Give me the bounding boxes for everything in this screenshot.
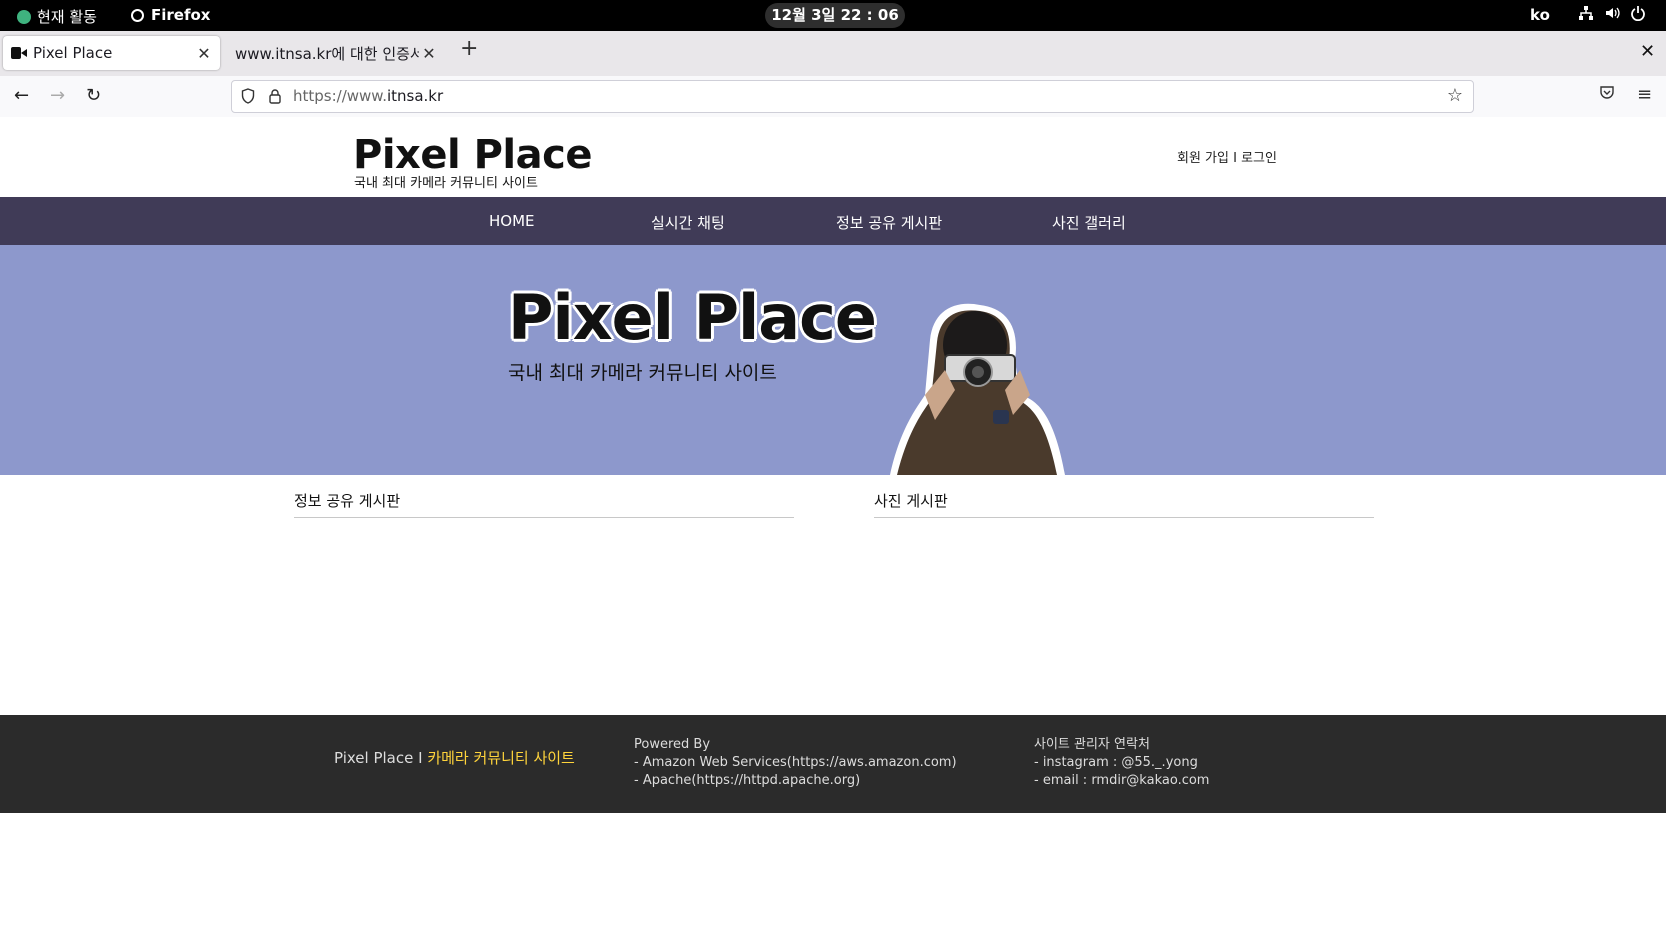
new-tab-button[interactable]: + bbox=[460, 36, 478, 61]
footer-brand-name: Pixel Place I bbox=[334, 749, 428, 767]
activities-button[interactable]: 현재 활동 bbox=[17, 6, 97, 27]
web-page: Pixel Place 국내 최대 카메라 커뮤니티 사이트 회원 가입 I 로… bbox=[0, 117, 1666, 927]
clock[interactable]: 12월 3일 22 : 06 bbox=[765, 3, 905, 28]
tab-title: www.itnsa.kr에 대한 인증서 bbox=[235, 44, 419, 63]
photo-board-heading[interactable]: 사진 게시판 bbox=[874, 490, 1374, 518]
app-menu[interactable]: Firefox bbox=[131, 6, 210, 24]
shield-icon[interactable] bbox=[241, 88, 255, 104]
powered-by-title: Powered By bbox=[634, 737, 711, 752]
powered-by-aws: - Amazon Web Services(https://aws.amazon… bbox=[634, 755, 957, 770]
reload-icon[interactable]: ↻ bbox=[86, 85, 101, 106]
contact-title: 사이트 관리자 연락처 bbox=[1034, 737, 1150, 752]
tab-certificate[interactable]: www.itnsa.kr에 대한 인증서 ✕ bbox=[225, 36, 445, 70]
navigation-toolbar: ← → ↻ https://www.itnsa.kr ☆ ≡ bbox=[0, 76, 1666, 118]
tab-pixel-place[interactable]: Pixel Place ✕ bbox=[3, 36, 220, 70]
nav-home[interactable]: HOME bbox=[489, 212, 535, 230]
system-tray[interactable] bbox=[1578, 5, 1646, 22]
firefox-icon bbox=[131, 8, 144, 22]
close-tab-icon[interactable]: ✕ bbox=[419, 44, 439, 63]
powered-by-apache: - Apache(https://httpd.apache.org) bbox=[634, 773, 861, 788]
photographer-image bbox=[890, 303, 1065, 475]
site-footer: Pixel Place I 카메라 커뮤니티 사이트 Powered By - … bbox=[0, 715, 1666, 813]
contact-instagram: - instagram : @55._.yong bbox=[1034, 755, 1198, 770]
window-close-button[interactable]: ✕ bbox=[1640, 41, 1655, 62]
activities-label: 현재 활동 bbox=[37, 8, 97, 26]
photo-board-section: 사진 게시판 bbox=[874, 490, 1374, 518]
app-name: Firefox bbox=[151, 6, 211, 24]
system-top-bar: 현재 활동 Firefox 12월 3일 22 : 06 ko bbox=[0, 0, 1666, 31]
close-tab-icon[interactable]: ✕ bbox=[194, 44, 214, 63]
main-navigation: HOME 실시간 채팅 정보 공유 게시판 사진 갤러리 bbox=[0, 197, 1666, 245]
footer-brand-accent: 카메라 커뮤니티 사이트 bbox=[427, 749, 575, 767]
input-language[interactable]: ko bbox=[1530, 6, 1550, 24]
back-icon[interactable]: ← bbox=[14, 85, 29, 106]
activities-icon bbox=[17, 9, 31, 24]
powered-by: Powered By - Amazon Web Services(https:/… bbox=[634, 736, 957, 790]
volume-icon bbox=[1604, 5, 1620, 21]
site-header: Pixel Place 국내 최대 카메라 커뮤니티 사이트 회원 가입 I 로… bbox=[0, 117, 1666, 197]
nav-info-board[interactable]: 정보 공유 게시판 bbox=[836, 212, 942, 233]
camera-icon bbox=[11, 47, 27, 59]
info-board-section: 정보 공유 게시판 bbox=[294, 490, 794, 518]
info-board-heading[interactable]: 정보 공유 게시판 bbox=[294, 490, 794, 518]
url-text[interactable]: https://www.itnsa.kr bbox=[293, 87, 443, 105]
nav-live-chat[interactable]: 실시간 채팅 bbox=[651, 212, 725, 233]
url-prefix: https://www. bbox=[293, 87, 387, 105]
contact-email: - email : rmdir@kakao.com bbox=[1034, 773, 1210, 788]
hamburger-menu-icon[interactable]: ≡ bbox=[1637, 84, 1652, 105]
hero-banner: Pixel Place 국내 최대 카메라 커뮤니티 사이트 bbox=[0, 245, 1666, 475]
address-bar[interactable]: https://www.itnsa.kr ☆ bbox=[231, 80, 1474, 113]
bookmark-star-icon[interactable]: ☆ bbox=[1447, 85, 1463, 106]
banner-title: Pixel Place bbox=[508, 281, 877, 354]
forward-icon[interactable]: → bbox=[50, 85, 65, 106]
network-icon bbox=[1578, 5, 1594, 21]
banner-subtitle: 국내 최대 카메라 커뮤니티 사이트 bbox=[508, 362, 777, 384]
power-icon bbox=[1630, 5, 1646, 22]
tab-title: Pixel Place bbox=[33, 44, 113, 62]
signup-login-links[interactable]: 회원 가입 I 로그인 bbox=[1177, 147, 1277, 166]
admin-contact: 사이트 관리자 연락처 - instagram : @55._.yong - e… bbox=[1034, 736, 1209, 790]
nav-photo-gallery[interactable]: 사진 갤러리 bbox=[1052, 212, 1126, 233]
lock-icon[interactable] bbox=[268, 89, 282, 104]
url-domain: itnsa.kr bbox=[386, 87, 444, 105]
tab-strip: Pixel Place ✕ www.itnsa.kr에 대한 인증서 ✕ bbox=[0, 31, 1666, 76]
pocket-icon[interactable] bbox=[1599, 84, 1615, 100]
footer-brand: Pixel Place I 카메라 커뮤니티 사이트 bbox=[334, 747, 575, 768]
site-tagline: 국내 최대 카메라 커뮤니티 사이트 bbox=[354, 176, 538, 191]
